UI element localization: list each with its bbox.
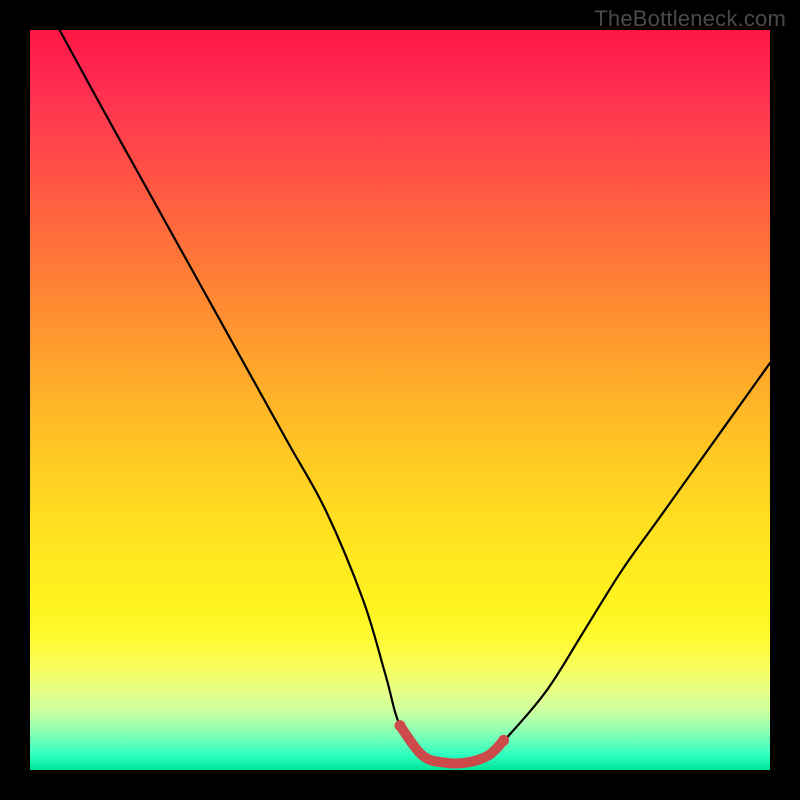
watermark-text: TheBottleneck.com [594,6,786,32]
optimal-end-dot [498,735,509,746]
bottleneck-curve-line [60,30,770,764]
bottleneck-chart: TheBottleneck.com [0,0,800,800]
optimal-region-highlight [400,726,504,764]
plot-area [30,30,770,770]
curve-layer [30,30,770,770]
optimal-start-dot [395,720,406,731]
